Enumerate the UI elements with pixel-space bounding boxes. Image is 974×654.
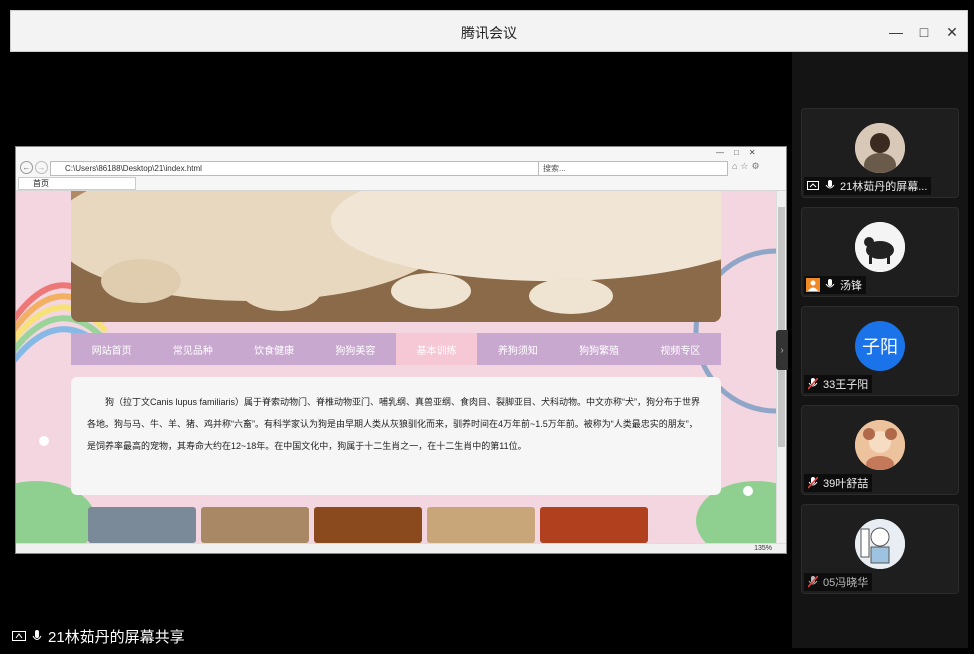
avatar [855, 519, 905, 569]
nav-item-training[interactable]: 基本训练 [396, 333, 478, 365]
avatar: 子阳 [855, 321, 905, 371]
nav-item-guide[interactable]: 养狗须知 [477, 333, 558, 365]
search-placeholder: 搜索... [543, 164, 566, 173]
minimize-icon[interactable]: — [884, 21, 908, 43]
nav-item-diet[interactable]: 饮食健康 [234, 333, 315, 365]
gallery-photo[interactable] [540, 507, 648, 543]
participant-tile[interactable]: 39叶舒喆 [801, 405, 959, 495]
participant-tile[interactable]: 汤锋 [801, 207, 959, 297]
microphone-icon [823, 278, 837, 292]
tencent-meeting-window: 腾讯会议 — □ ✕ ← → C:\Users\86188\Desktop\21… [0, 0, 974, 654]
participant-name: 汤锋 [840, 280, 862, 292]
window-title: 腾讯会议 [461, 25, 517, 41]
nav-item-breeds[interactable]: 常见品种 [152, 333, 233, 365]
microphone-icon [30, 629, 44, 644]
hero-dog-image [71, 191, 721, 322]
screen-share-icon [12, 630, 26, 644]
muted-microphone-icon [806, 476, 820, 490]
nav-item-home[interactable]: 网站首页 [71, 333, 152, 365]
tab-label: 首页 [33, 179, 49, 188]
participant-tile[interactable]: 05冯晓华 [801, 504, 959, 594]
browser-window-controls[interactable]: —□✕ [716, 148, 766, 157]
participant-tile[interactable]: 21林茹丹的屏幕... [801, 108, 959, 198]
site-nav: 网站首页 常见品种 饮食健康 狗狗美容 基本训练 养狗须知 狗狗繁殖 视频专区 [71, 333, 721, 365]
browser-status-bar: 135% [16, 543, 786, 553]
close-icon[interactable]: ✕ [940, 21, 964, 43]
forward-icon[interactable]: → [35, 161, 48, 174]
intro-card: 狗（拉丁文Canis lupus familiaris）属于脊索动物门、脊椎动物… [71, 377, 721, 495]
address-text: C:\Users\86188\Desktop\21\index.html [65, 164, 202, 173]
muted-microphone-icon [806, 575, 820, 589]
zoom-level[interactable]: 135% [754, 545, 772, 552]
title-bar: 腾讯会议 — □ ✕ [10, 10, 968, 52]
address-bar[interactable]: C:\Users\86188\Desktop\21\index.html [50, 161, 550, 176]
intro-text: 狗（拉丁文Canis lupus familiaris）属于脊索动物门、脊椎动物… [87, 397, 701, 451]
participant-tile[interactable]: 子阳 33王子阳 [801, 306, 959, 396]
sidebar-toggle-icon[interactable]: › [776, 330, 788, 370]
web-page: 网站首页 常见品种 饮食健康 狗狗美容 基本训练 养狗须知 狗狗繁殖 视频专区 … [16, 191, 776, 543]
photo-gallery [88, 507, 648, 543]
avatar [855, 123, 905, 173]
participant-label: 21林茹丹的屏幕... [804, 177, 932, 195]
participant-label: 汤锋 [804, 276, 866, 294]
browser-toolbar: ← → C:\Users\86188\Desktop\21\index.html… [16, 147, 786, 191]
person-icon [806, 278, 820, 292]
avatar [855, 222, 905, 272]
gallery-photo[interactable] [314, 507, 422, 543]
home-star-gear-icons[interactable]: ⌂☆⚙ [732, 161, 763, 172]
participant-name: 39叶舒喆 [823, 478, 869, 490]
microphone-icon [823, 179, 837, 193]
participant-panel: 21林茹丹的屏幕... 汤锋 子阳 33王子阳 39叶舒喆 05冯晓华 [792, 52, 968, 648]
maximize-icon[interactable]: □ [912, 21, 936, 43]
nav-item-grooming[interactable]: 狗狗美容 [315, 333, 396, 365]
gallery-photo[interactable] [427, 507, 535, 543]
participant-label: 33王子阳 [804, 375, 873, 393]
screen-share-indicator: 21林茹丹的屏幕共享 [12, 626, 185, 647]
nav-item-videos[interactable]: 视频专区 [640, 333, 721, 365]
participant-label: 39叶舒喆 [804, 474, 873, 492]
share-label-text: 21林茹丹的屏幕共享 [48, 629, 185, 646]
avatar [855, 420, 905, 470]
shared-browser-window: ← → C:\Users\86188\Desktop\21\index.html… [15, 146, 787, 554]
scrollbar-thumb[interactable] [778, 207, 785, 447]
muted-microphone-icon [806, 377, 820, 391]
participant-name: 21林茹丹的屏幕... [840, 181, 928, 193]
browser-tab[interactable]: 首页 [18, 177, 136, 190]
back-icon[interactable]: ← [20, 161, 33, 174]
search-box[interactable]: 搜索... [538, 161, 728, 176]
participant-name: 05冯晓华 [823, 577, 869, 589]
nav-item-breeding[interactable]: 狗狗繁殖 [559, 333, 640, 365]
gallery-photo[interactable] [201, 507, 309, 543]
screen-share-icon [806, 179, 820, 193]
participant-name: 33王子阳 [823, 379, 869, 391]
gallery-photo[interactable] [88, 507, 196, 543]
participant-label: 05冯晓华 [804, 573, 873, 591]
